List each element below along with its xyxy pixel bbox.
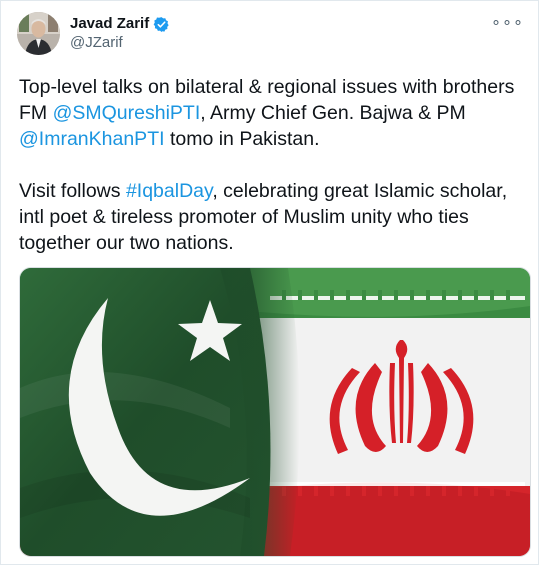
more-options-icon[interactable]: ∘∘∘ <box>491 15 524 31</box>
hashtag-link[interactable]: #IqbalDay <box>126 180 212 202</box>
tweet-media-image[interactable] <box>19 267 531 557</box>
author-handle[interactable]: @JZarif <box>70 34 123 52</box>
text-segment: Visit follows <box>19 180 126 202</box>
tweet-text: Top-level talks on bilateral & regional … <box>19 74 534 256</box>
author-name[interactable]: Javad Zarif <box>70 15 149 33</box>
mention-link[interactable]: @SMQureshiPTI <box>53 102 201 124</box>
avatar[interactable] <box>17 12 60 55</box>
text-segment: , Army Chief Gen. Bajwa & PM <box>200 102 466 124</box>
verified-badge-icon <box>153 16 170 33</box>
avatar-image-icon <box>17 12 60 55</box>
tweet-card: Javad Zarif @JZarif ∘∘∘ Top-level talks … <box>0 0 539 565</box>
author-name-row[interactable]: Javad Zarif <box>70 15 170 33</box>
text-segment: tomo in Pakistan. <box>164 128 320 150</box>
pakistan-iran-flags-image <box>20 268 530 556</box>
mention-link[interactable]: @ImranKhanPTI <box>19 128 165 150</box>
